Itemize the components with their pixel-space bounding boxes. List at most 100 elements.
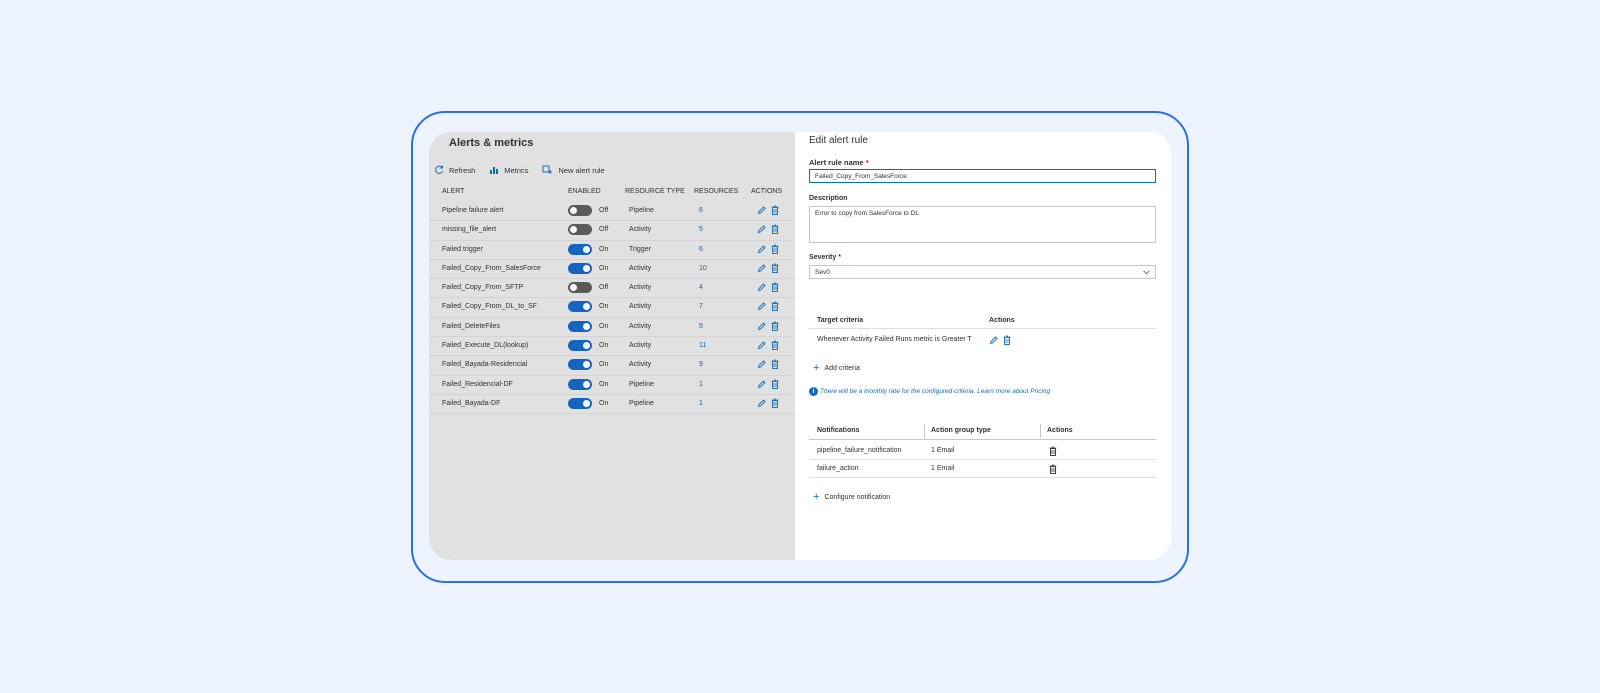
configure-notification-button[interactable]: + Configure notification bbox=[813, 491, 890, 503]
alert-row[interactable]: Failed_DeleteFiles On Activity 5 bbox=[429, 318, 795, 338]
target-criteria-row: Whenever Activity Failed Runs metric is … bbox=[809, 332, 1156, 350]
severity-select[interactable]: Sev0 bbox=[809, 265, 1156, 279]
toggle-switch[interactable] bbox=[568, 282, 592, 294]
enabled-toggle[interactable] bbox=[568, 397, 592, 409]
delete-icon[interactable] bbox=[771, 224, 779, 235]
toggle-switch[interactable] bbox=[568, 205, 592, 216]
edit-icon[interactable] bbox=[757, 301, 766, 311]
alert-row[interactable]: Failed_Residencial-DF On Pipeline 1 bbox=[429, 376, 795, 395]
enabled-state: Off bbox=[599, 284, 609, 292]
alert-row[interactable]: Failed trigger On Trigger 6 bbox=[429, 241, 795, 260]
delete-icon[interactable] bbox=[771, 301, 779, 312]
delete-icon[interactable] bbox=[771, 282, 779, 293]
resources-link[interactable]: 7 bbox=[699, 303, 703, 310]
delete-icon[interactable] bbox=[1049, 446, 1057, 456]
severity-value: Sev0 bbox=[815, 268, 830, 276]
column-header-alert: ALERT bbox=[442, 188, 465, 195]
rule-name-input[interactable]: Failed_Copy_From_SalesForce bbox=[809, 169, 1156, 183]
delete-icon[interactable] bbox=[1003, 335, 1011, 345]
alert-row[interactable]: Failed_Bayada-DF On Pipeline 1 bbox=[429, 395, 795, 415]
alert-row[interactable]: missing_file_alert Off Activity 5 bbox=[429, 221, 795, 241]
delete-icon[interactable] bbox=[771, 244, 779, 254]
resources-link[interactable]: 1 bbox=[699, 400, 703, 407]
alert-name: Failed_Copy_From_DL_to_SF bbox=[442, 303, 537, 311]
description-value: Error to copy from SalesForce to DL bbox=[815, 210, 920, 217]
resources-link[interactable]: 5 bbox=[699, 323, 703, 330]
alert-row[interactable]: Failed_Copy_From_SFTP Off Activity 4 bbox=[429, 279, 795, 299]
alert-name: Pipeline failure alert bbox=[442, 207, 504, 214]
resources-link[interactable]: 9 bbox=[699, 361, 703, 368]
alerts-panel-title: Alerts & metrics bbox=[449, 137, 534, 149]
notification-row: failure_action 1 Email bbox=[809, 460, 1156, 478]
column-header-enabled: ENABLED bbox=[568, 188, 601, 195]
toggle-switch[interactable] bbox=[568, 320, 592, 332]
edit-icon[interactable] bbox=[757, 282, 766, 292]
column-header-resource-type: RESOURCE TYPE bbox=[625, 188, 685, 195]
delete-icon[interactable] bbox=[771, 263, 779, 273]
edit-icon[interactable] bbox=[757, 263, 766, 273]
edit-icon[interactable] bbox=[757, 379, 766, 389]
enabled-toggle[interactable] bbox=[568, 340, 592, 352]
severity-label-text: Severity bbox=[809, 254, 837, 261]
delete-icon[interactable] bbox=[771, 340, 779, 351]
edit-icon[interactable] bbox=[757, 398, 766, 408]
delete-icon[interactable] bbox=[771, 379, 779, 389]
delete-icon[interactable] bbox=[771, 205, 779, 215]
edit-icon[interactable] bbox=[757, 244, 766, 254]
alert-name: Failed_Bayada-DF bbox=[442, 399, 501, 407]
resources-link[interactable]: 4 bbox=[699, 284, 703, 291]
edit-icon[interactable] bbox=[757, 224, 766, 234]
enabled-state: Off bbox=[599, 207, 609, 214]
resources-link[interactable]: 10 bbox=[699, 265, 707, 272]
resources-link[interactable]: 11 bbox=[699, 342, 706, 349]
enabled-toggle[interactable] bbox=[568, 205, 592, 216]
edit-icon[interactable] bbox=[757, 340, 766, 350]
resources-link[interactable]: 6 bbox=[699, 207, 703, 214]
new-alert-rule-button[interactable]: New alert rule bbox=[542, 165, 605, 175]
description-textarea[interactable]: Error to copy from SalesForce to DL bbox=[809, 206, 1156, 243]
delete-icon[interactable] bbox=[771, 359, 779, 370]
enabled-toggle[interactable] bbox=[568, 378, 592, 390]
alert-row[interactable]: Pipeline failure alert Off Pipeline 6 bbox=[429, 202, 795, 222]
toggle-switch[interactable] bbox=[568, 397, 592, 409]
resource-type: Activity bbox=[629, 284, 652, 292]
enabled-toggle[interactable] bbox=[568, 282, 592, 294]
edit-icon[interactable] bbox=[989, 335, 998, 345]
toggle-switch[interactable] bbox=[568, 262, 592, 274]
notifications-column: Notifications bbox=[817, 427, 860, 434]
info-icon: i bbox=[809, 387, 818, 396]
add-criteria-button[interactable]: + Add criteria bbox=[813, 362, 860, 374]
toggle-switch[interactable] bbox=[568, 224, 592, 236]
resources-link[interactable]: 6 bbox=[699, 246, 703, 253]
pricing-info[interactable]: i There will be a monthly rate for the c… bbox=[809, 387, 1050, 396]
toggle-switch[interactable] bbox=[568, 243, 592, 255]
alert-name: Failed_Residencial-DF bbox=[442, 380, 513, 388]
alert-row[interactable]: Failed_Copy_From_DL_to_SF On Activity 7 bbox=[429, 298, 795, 318]
alert-row[interactable]: Failed_Execute_DL(lookup) On Activity 11 bbox=[429, 337, 795, 357]
resources-link[interactable]: 1 bbox=[699, 381, 703, 388]
resources-link[interactable]: 5 bbox=[699, 226, 703, 233]
alert-row[interactable]: Failed_Bayada-Residencial On Activity 9 bbox=[429, 356, 795, 376]
delete-icon[interactable] bbox=[1049, 464, 1057, 474]
target-criteria-actions bbox=[989, 335, 1011, 345]
metrics-button[interactable]: Metrics bbox=[489, 165, 528, 175]
toggle-switch[interactable] bbox=[568, 378, 592, 390]
row-actions bbox=[757, 282, 779, 293]
enabled-toggle[interactable] bbox=[568, 301, 592, 313]
delete-icon[interactable] bbox=[771, 321, 779, 331]
enabled-toggle[interactable] bbox=[568, 243, 592, 255]
resource-type: Pipeline bbox=[629, 380, 654, 388]
enabled-toggle[interactable] bbox=[568, 320, 592, 332]
refresh-button[interactable]: Refresh bbox=[434, 165, 475, 175]
edit-icon[interactable] bbox=[757, 321, 766, 331]
edit-icon[interactable] bbox=[757, 205, 766, 215]
enabled-toggle[interactable] bbox=[568, 359, 592, 371]
toggle-switch[interactable] bbox=[568, 359, 592, 371]
toggle-switch[interactable] bbox=[568, 340, 592, 352]
edit-icon[interactable] bbox=[757, 359, 766, 369]
delete-icon[interactable] bbox=[771, 398, 779, 408]
enabled-toggle[interactable] bbox=[568, 224, 592, 236]
alert-row[interactable]: Failed_Copy_From_SalesForce On Activity 10 bbox=[429, 260, 795, 280]
enabled-toggle[interactable] bbox=[568, 262, 592, 274]
toggle-switch[interactable] bbox=[568, 301, 592, 313]
